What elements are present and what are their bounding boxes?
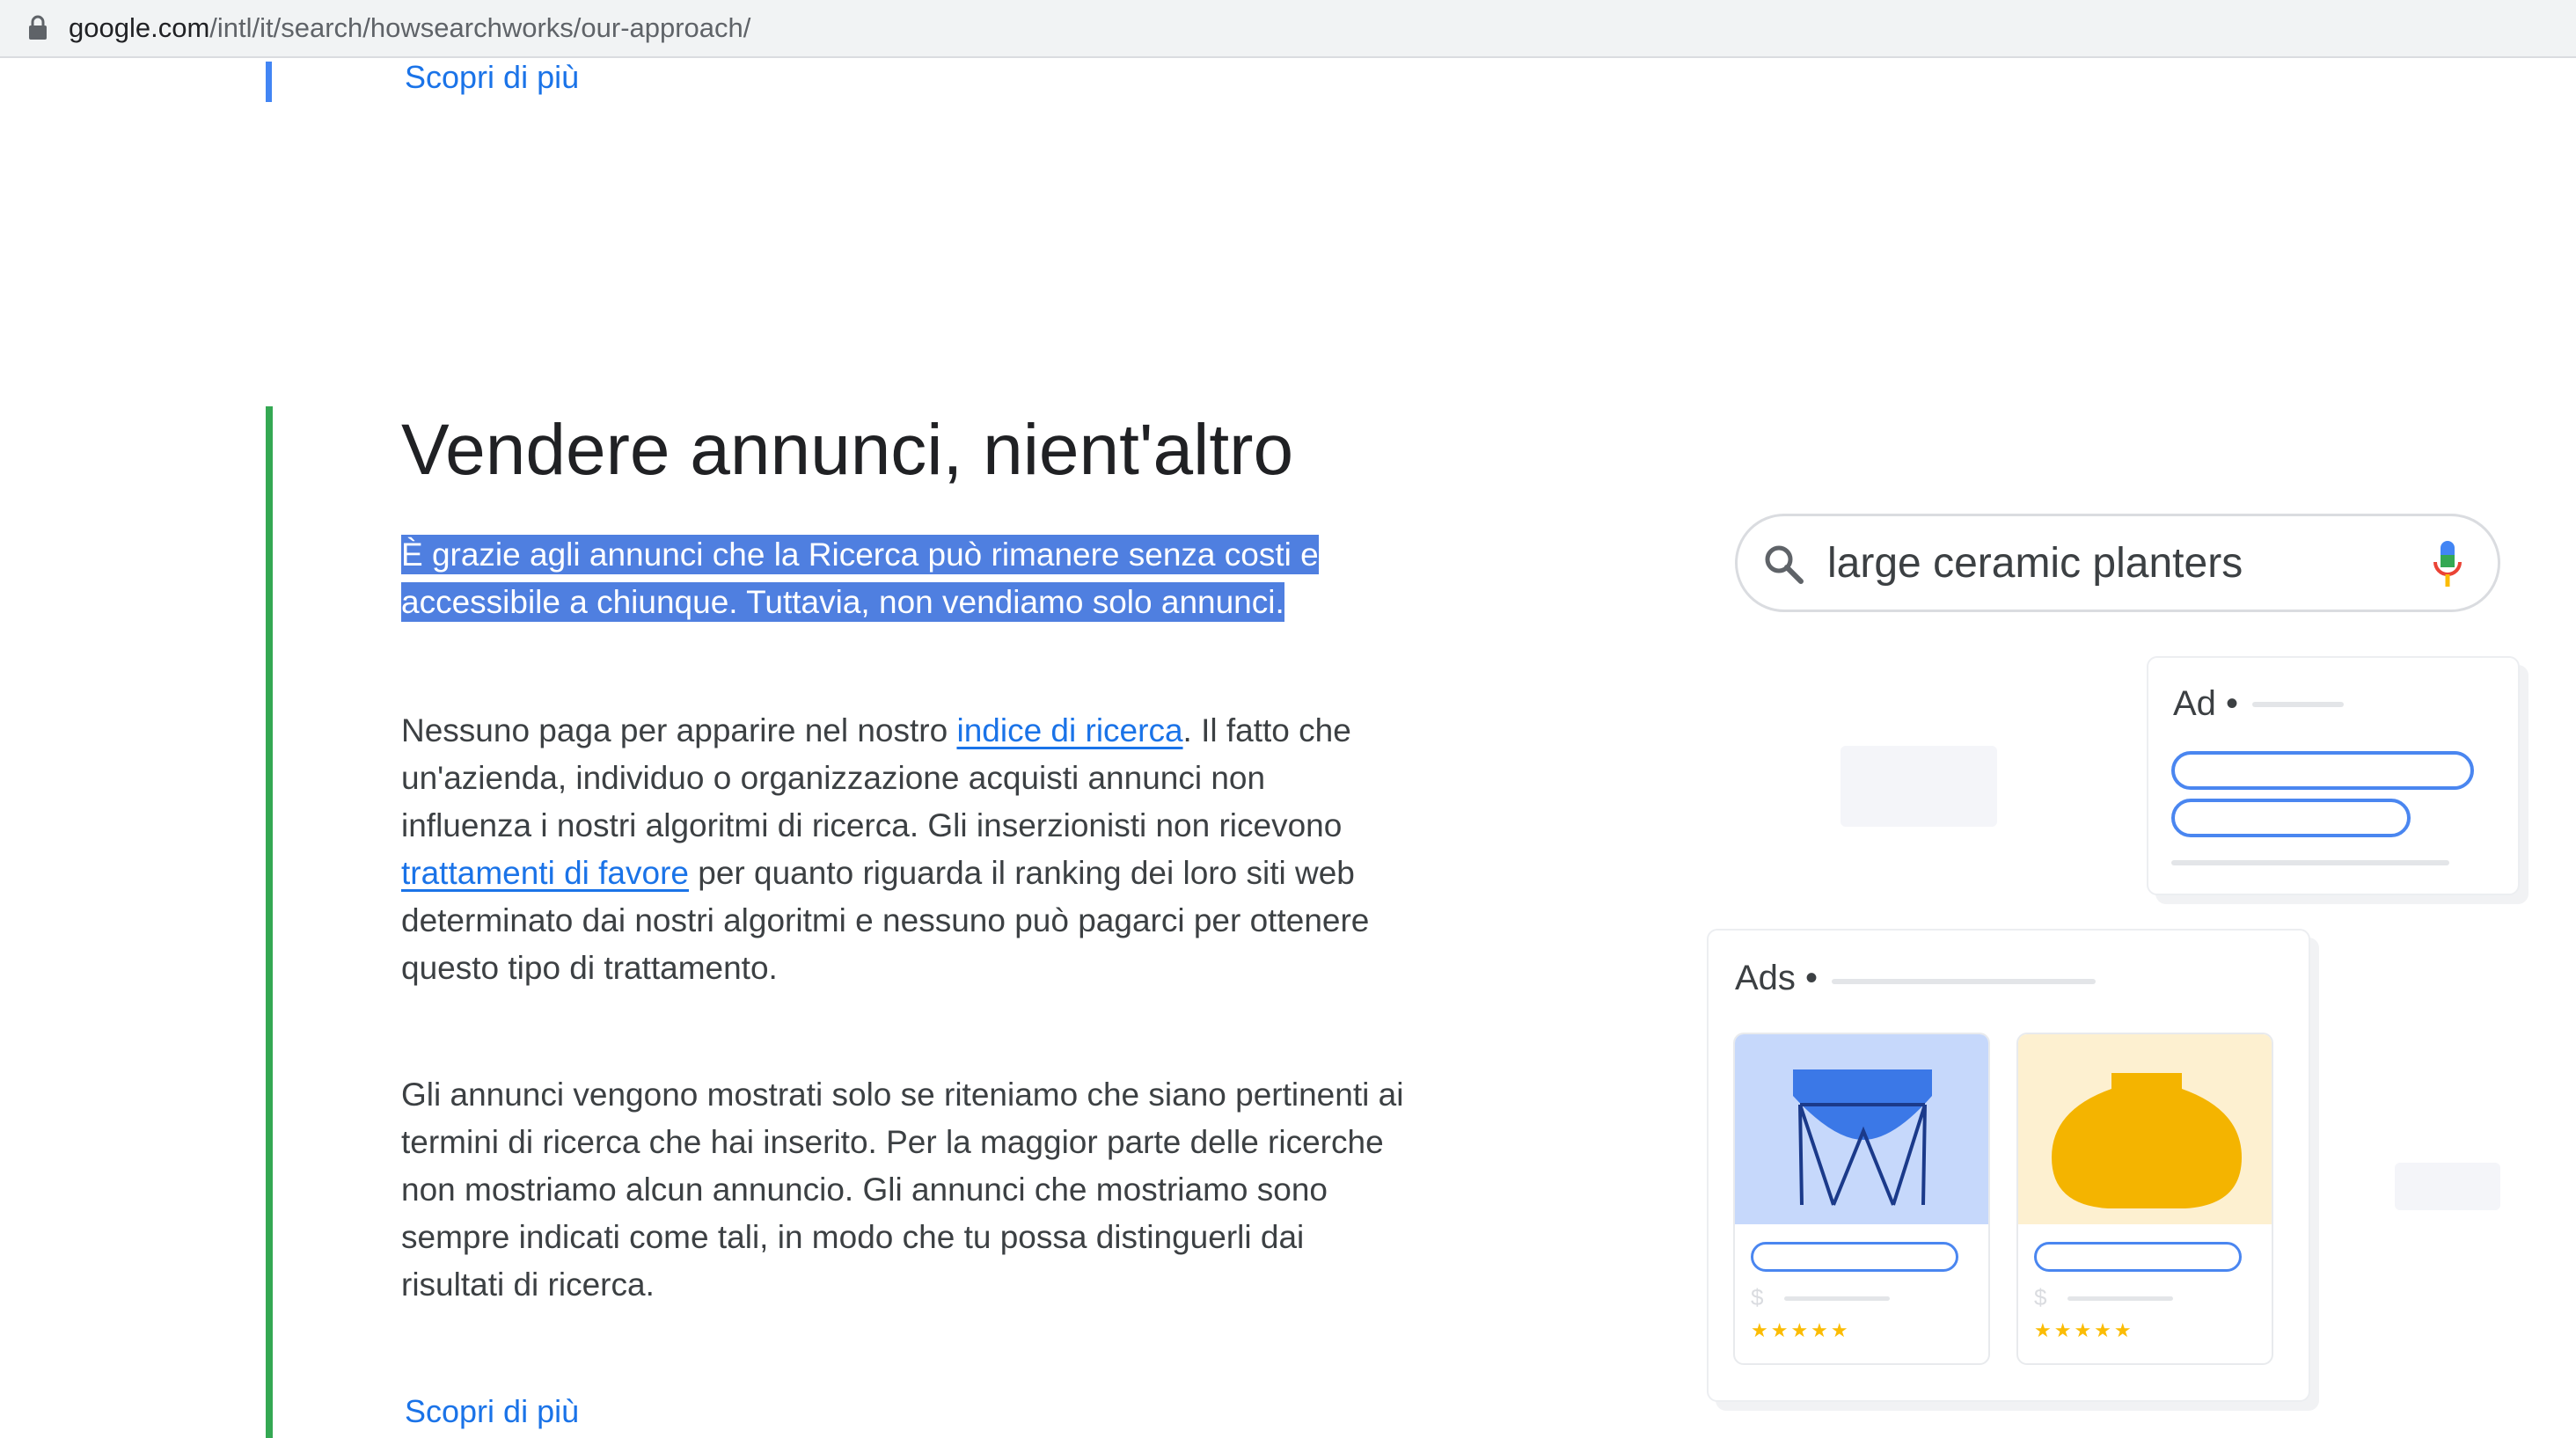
- section-accent-bar: [266, 406, 273, 1438]
- paragraph-ranking: Nessuno paga per apparire nel nostro ind…: [401, 707, 1404, 992]
- placeholder-line: [2067, 1296, 2173, 1301]
- url-text[interactable]: google.com/intl/it/search/howsearchworks…: [69, 9, 750, 47]
- ads-label: Ads •: [1735, 959, 1819, 997]
- text-ad-card: Ad •: [2147, 656, 2520, 895]
- learn-more-link-bottom[interactable]: Scopri di più: [405, 1392, 579, 1431]
- placeholder-pill: [1751, 1242, 1958, 1272]
- placeholder-line: [1832, 979, 2096, 984]
- placeholder-pill: [2034, 1242, 2242, 1272]
- search-index-link[interactable]: indice di ricerca: [956, 712, 1182, 748]
- product-image: [2018, 1034, 2272, 1224]
- section-title: Vendere annunci, nient'altro: [401, 410, 1294, 490]
- preferential-treatment-link[interactable]: trattamenti di favore: [401, 855, 689, 891]
- product-card-vase: $ ★★★★★: [2016, 1033, 2273, 1365]
- browser-address-bar[interactable]: google.com/intl/it/search/howsearchworks…: [0, 0, 2576, 58]
- search-query-text: large ceramic planters: [1827, 540, 2243, 587]
- price-symbol: $: [1751, 1284, 1764, 1310]
- search-icon: [1765, 545, 1804, 584]
- placeholder-pill: [2171, 799, 2411, 837]
- highlighted-lead-paragraph: È grazie agli annunci che la Ricerca può…: [401, 531, 1387, 626]
- planter-stand-icon: [1793, 1069, 1932, 1206]
- product-card-stand: $ ★★★★★: [1733, 1033, 1990, 1365]
- placeholder-line: [2171, 860, 2449, 865]
- placeholder-shape: [2395, 1163, 2500, 1210]
- previous-section-accent-bar: [266, 62, 272, 102]
- product-image: [1735, 1034, 1988, 1224]
- placeholder-pill: [2171, 751, 2474, 790]
- rating-stars: ★★★★★: [1751, 1319, 1851, 1341]
- paragraph-text: Nessuno paga per apparire nel nostro: [401, 712, 957, 748]
- ad-label: Ad •: [2173, 684, 2239, 723]
- url-path: /intl/it/search/howsearchworks/our-appro…: [209, 12, 751, 43]
- selected-text: È grazie agli annunci che la Ricerca può…: [401, 535, 1319, 622]
- illustration-search-box: large ceramic planters: [1735, 514, 2500, 612]
- vase-icon: [2052, 1073, 2242, 1208]
- rating-stars: ★★★★★: [2034, 1319, 2134, 1341]
- shopping-ads-card: Ads • $ ★★★★★ $ ★★★★★: [1707, 929, 2310, 1402]
- learn-more-link-top[interactable]: Scopri di più: [405, 58, 579, 97]
- price-symbol: $: [2034, 1284, 2047, 1310]
- placeholder-line: [2252, 702, 2344, 707]
- lock-icon: [29, 15, 47, 40]
- placeholder-shape: [1841, 746, 1997, 827]
- mic-icon: [2433, 541, 2462, 587]
- paragraph-ads-relevance: Gli annunci vengono mostrati solo se rit…: [401, 1077, 1404, 1303]
- url-host: google.com: [69, 12, 210, 43]
- placeholder-line: [1784, 1296, 1890, 1301]
